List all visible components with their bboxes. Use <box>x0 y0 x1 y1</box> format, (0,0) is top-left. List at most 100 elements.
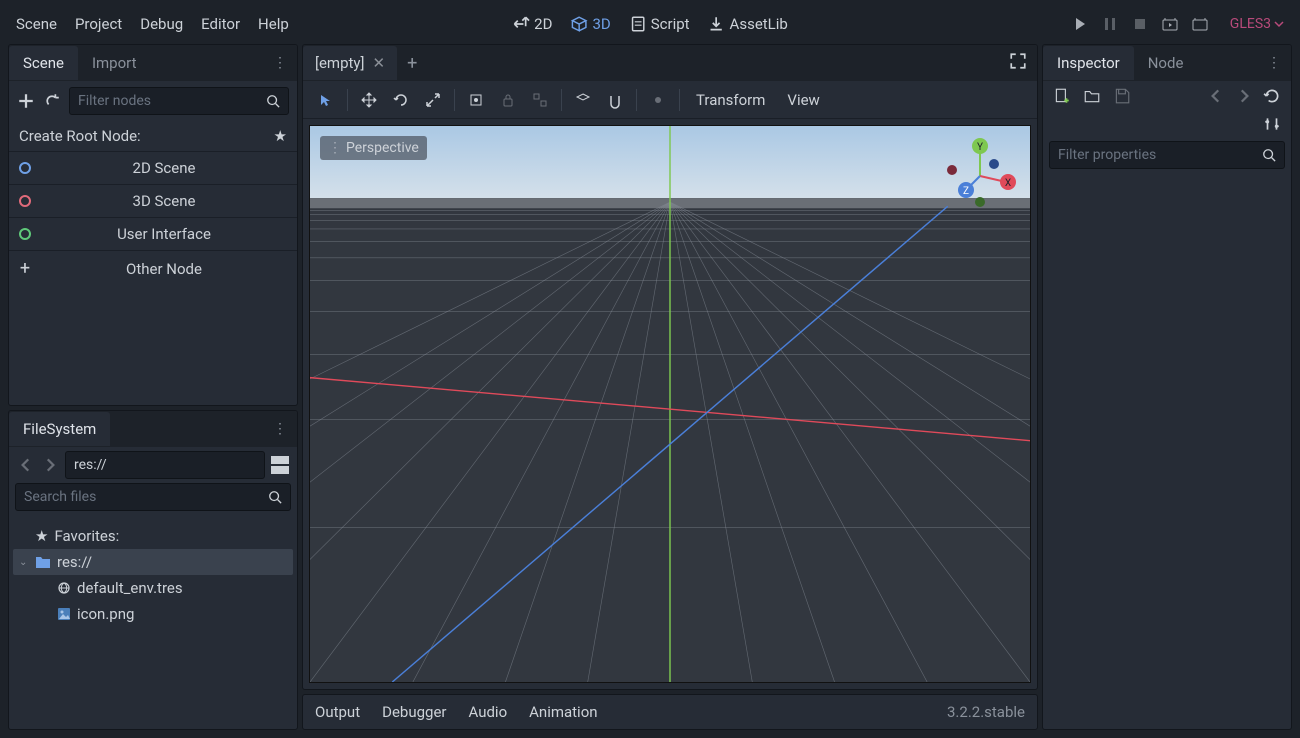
scene-tab-label: [empty] <box>315 54 365 72</box>
spatial-icon <box>19 195 31 207</box>
tab-inspector[interactable]: Inspector <box>1043 46 1134 80</box>
cube-icon <box>570 15 588 33</box>
scene-tab-empty[interactable]: [empty] ✕ <box>303 46 397 80</box>
forward-icon[interactable] <box>41 456 59 474</box>
menu-help[interactable]: Help <box>258 15 289 33</box>
version-label: 3.2.2.stable <box>947 703 1025 721</box>
menu-project[interactable]: Project <box>75 15 122 33</box>
renderer-select[interactable]: GLES3 <box>1230 16 1284 32</box>
chevron-down-icon <box>1274 19 1284 29</box>
move-tool-icon[interactable] <box>354 86 384 114</box>
bottom-output[interactable]: Output <box>315 703 360 721</box>
tab-import[interactable]: Import <box>78 46 151 80</box>
search-icon <box>268 490 282 504</box>
search-files-input[interactable] <box>15 483 291 511</box>
filter-nodes-input[interactable] <box>69 87 289 115</box>
root-ui[interactable]: User Interface <box>9 217 297 250</box>
group-icon[interactable] <box>525 86 555 114</box>
play-icon[interactable] <box>1072 16 1088 32</box>
svg-text:Z: Z <box>963 186 969 197</box>
expand-icon[interactable]: ⌄ <box>19 557 29 568</box>
play-scene-icon[interactable] <box>1162 16 1178 32</box>
menu-debug[interactable]: Debug <box>140 15 183 33</box>
bottom-audio[interactable]: Audio <box>468 703 507 721</box>
res-root-row[interactable]: ⌄ res:// <box>13 549 293 575</box>
bottom-debugger[interactable]: Debugger <box>382 703 446 721</box>
stop-icon[interactable] <box>1132 16 1148 32</box>
workspace-3d[interactable]: 3D <box>570 15 610 33</box>
file-label: default_env.tres <box>77 579 183 597</box>
image-icon <box>57 607 71 621</box>
path-input[interactable]: res:// <box>65 451 265 479</box>
editor-toolbar: Transform View <box>303 81 1037 119</box>
back-icon[interactable] <box>17 456 35 474</box>
root-other[interactable]: + Other Node <box>9 250 297 286</box>
scale-tool-icon[interactable] <box>418 86 448 114</box>
bottom-animation[interactable]: Animation <box>529 703 597 721</box>
add-scene-icon[interactable]: + <box>397 53 427 74</box>
lock-icon[interactable] <box>493 86 523 114</box>
menu-scene[interactable]: Scene <box>16 15 57 33</box>
local-coords-icon[interactable] <box>461 86 491 114</box>
res-root-label: res:// <box>57 553 92 571</box>
object-properties-icon[interactable] <box>1263 115 1281 133</box>
bottom-bar: Output Debugger Audio Animation 3.2.2.st… <box>302 694 1038 730</box>
history-back-icon[interactable] <box>1207 87 1225 105</box>
pause-icon[interactable] <box>1102 16 1118 32</box>
dock-options-icon[interactable]: ⋮ <box>1267 55 1281 71</box>
create-root-label: Create Root Node: <box>19 127 141 145</box>
tab-node[interactable]: Node <box>1134 46 1198 80</box>
split-view-icon[interactable] <box>271 456 289 474</box>
play-custom-scene-icon[interactable] <box>1192 16 1208 32</box>
tab-filesystem[interactable]: FileSystem <box>9 412 110 446</box>
filter-nodes-field[interactable] <box>78 93 260 109</box>
resource-icon <box>57 581 71 595</box>
viewport-3d[interactable]: ⋮ Perspective Y X Z <box>309 125 1031 683</box>
search-files-field[interactable] <box>24 489 262 505</box>
filter-properties-field[interactable] <box>1058 147 1256 163</box>
file-row[interactable]: default_env.tres <box>13 575 293 601</box>
root-3d-scene[interactable]: 3D Scene <box>9 184 297 217</box>
history-forward-icon[interactable] <box>1235 87 1253 105</box>
load-resource-icon[interactable] <box>1083 87 1101 105</box>
filter-properties-input[interactable] <box>1049 141 1285 169</box>
transform-menu[interactable]: Transform <box>686 91 775 109</box>
control-icon <box>19 228 31 240</box>
add-node-icon[interactable] <box>17 92 35 110</box>
new-resource-icon[interactable] <box>1053 87 1071 105</box>
file-row[interactable]: icon.png <box>13 601 293 627</box>
distraction-free-icon[interactable] <box>1009 52 1027 74</box>
history-icon[interactable] <box>1263 87 1281 105</box>
favorite-icon[interactable]: ★ <box>274 127 287 145</box>
workspace-assetlib-label: AssetLib <box>730 15 788 33</box>
perspective-badge[interactable]: ⋮ Perspective <box>320 136 427 160</box>
view-menu[interactable]: View <box>777 91 829 109</box>
select-tool-icon[interactable] <box>311 86 341 114</box>
root-3d-label: 3D Scene <box>41 192 287 210</box>
scene-dock: Scene Import ⋮ C <box>8 44 298 406</box>
tab-scene[interactable]: Scene <box>9 46 78 80</box>
preview-sun-icon[interactable] <box>643 86 673 114</box>
plus-icon: + <box>19 258 31 279</box>
root-2d-label: 2D Scene <box>41 159 287 177</box>
rotate-tool-icon[interactable] <box>386 86 416 114</box>
filesystem-dock: FileSystem ⋮ res:// <box>8 410 298 730</box>
node2d-icon <box>19 162 31 174</box>
workspace-assetlib[interactable]: AssetLib <box>708 15 788 33</box>
workspace-3d-label: 3D <box>592 15 610 33</box>
dock-options-icon[interactable]: ⋮ <box>273 55 287 71</box>
instance-icon[interactable] <box>43 92 61 110</box>
workspace-script[interactable]: Script <box>629 15 690 33</box>
view-gizmo[interactable]: Y X Z <box>940 134 1020 214</box>
menu-editor[interactable]: Editor <box>201 15 240 33</box>
workspace-2d[interactable]: 2D <box>512 15 552 33</box>
root-2d-scene[interactable]: 2D Scene <box>9 151 297 184</box>
dock-options-icon[interactable]: ⋮ <box>273 421 287 437</box>
snap-icon[interactable] <box>568 86 598 114</box>
favorites-row[interactable]: ★ Favorites: <box>13 523 293 549</box>
root-ui-label: User Interface <box>41 225 287 243</box>
close-icon[interactable]: ✕ <box>373 54 386 72</box>
workspace-script-label: Script <box>651 15 690 33</box>
save-resource-icon[interactable] <box>1113 87 1131 105</box>
snap-options-icon[interactable] <box>600 86 630 114</box>
